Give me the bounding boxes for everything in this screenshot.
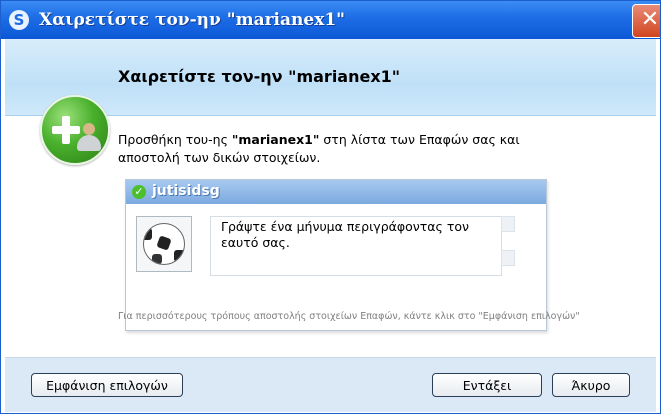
plus-icon-v bbox=[62, 116, 70, 144]
soccer-ball-icon bbox=[143, 223, 185, 265]
dialog-window: S Χαιρετίστε τον-ην "marianex1" ✕ Χαιρετ… bbox=[0, 0, 661, 414]
header-title: Χαιρετίστε τον-ην "marianex1" bbox=[118, 67, 401, 86]
person-head bbox=[83, 123, 95, 135]
button-bar: Εμφάνιση επιλογών Εντάξει Άκυρο bbox=[5, 357, 656, 412]
ball-patch bbox=[152, 254, 162, 264]
scroll-up-button[interactable] bbox=[501, 216, 515, 232]
scroll-down-button[interactable] bbox=[501, 250, 515, 266]
add-contact-icon bbox=[40, 95, 110, 165]
description-prefix: Προσθήκη του-ης bbox=[118, 132, 232, 147]
contact-card-name: jutisidsg bbox=[152, 183, 220, 199]
message-text[interactable]: Γράψτε ένα μήνυμα περιγράφοντας τον εαυτ… bbox=[221, 219, 481, 251]
window-title: Χαιρετίστε τον-ην "marianex1" bbox=[39, 10, 346, 30]
footer-note: Για περισσότερους τρόπους αποστολής στοι… bbox=[118, 311, 580, 322]
title-bar[interactable]: S Χαιρετίστε τον-ην "marianex1" ✕ bbox=[1, 1, 660, 39]
contact-card-header: ✓ jutisidsg bbox=[126, 180, 546, 204]
dialog-content: Χαιρετίστε τον-ην "marianex1" Προσθήκη τ… bbox=[5, 39, 656, 412]
message-input[interactable]: Γράψτε ένα μήνυμα περιγράφοντας τον εαυτ… bbox=[210, 216, 502, 276]
description-contact: "marianex1" bbox=[231, 132, 320, 147]
ok-button[interactable]: Εντάξει bbox=[432, 373, 542, 397]
ball-patch bbox=[144, 228, 152, 240]
show-options-button[interactable]: Εμφάνιση επιλογών bbox=[31, 373, 183, 397]
person-body bbox=[77, 135, 101, 151]
person-icon bbox=[76, 123, 102, 153]
ball-patch bbox=[174, 250, 184, 262]
description-text: Προσθήκη του-ης "marianex1" στη λίστα τω… bbox=[118, 131, 578, 167]
header-band: Χαιρετίστε τον-ην "marianex1" bbox=[5, 39, 656, 116]
cancel-button[interactable]: Άκυρο bbox=[552, 373, 630, 397]
ball-patch bbox=[156, 235, 172, 251]
close-button[interactable]: ✕ bbox=[632, 4, 660, 38]
contact-card: ✓ jutisidsg Γράψτε ένα μήνυμα περιγράφον… bbox=[125, 179, 547, 331]
message-scrollbar[interactable] bbox=[501, 216, 515, 274]
online-check-icon: ✓ bbox=[132, 185, 146, 199]
avatar bbox=[136, 216, 192, 272]
skype-icon: S bbox=[9, 10, 29, 30]
